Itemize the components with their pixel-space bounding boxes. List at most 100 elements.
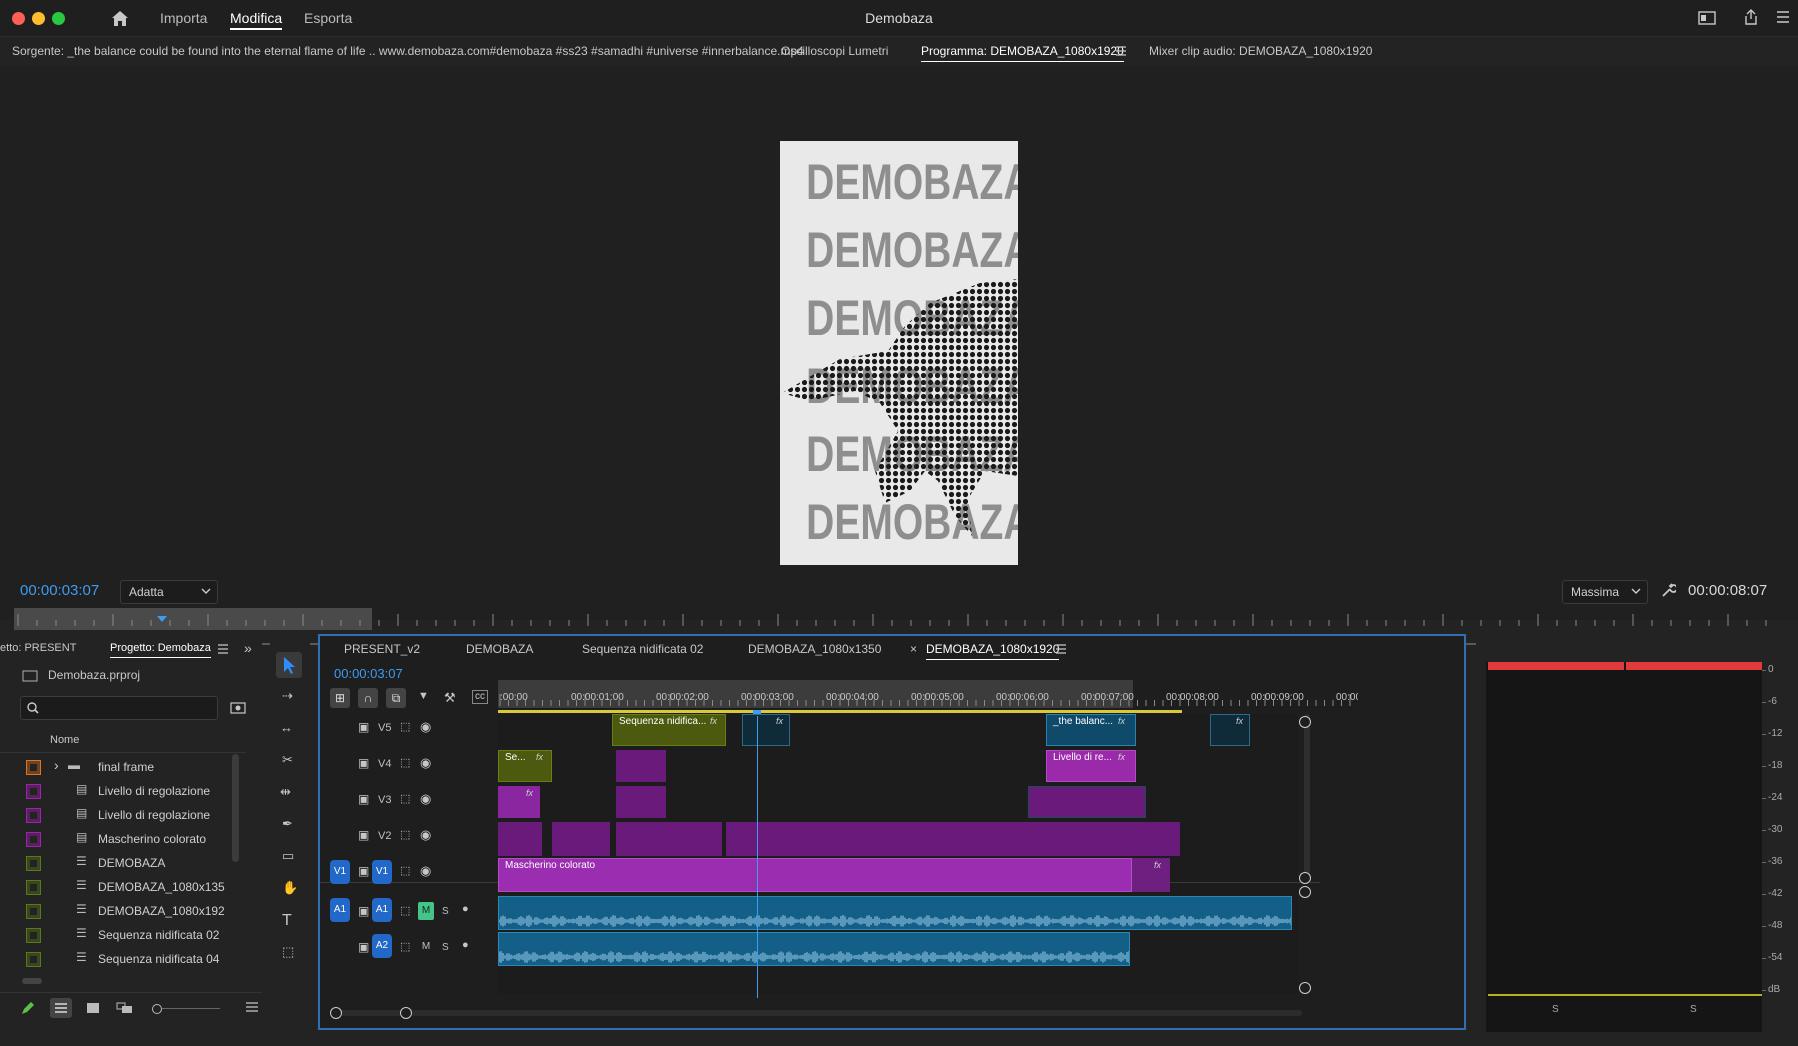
column-name-header[interactable]: Nome [50, 734, 79, 746]
fx-badge[interactable]: fx [1118, 752, 1125, 762]
meter-solo-left[interactable]: S [1552, 1004, 1559, 1015]
panel-layout-icon[interactable] [1698, 10, 1716, 26]
audio-scroll-handle-top[interactable] [1299, 886, 1311, 898]
tab-program[interactable]: Programma: DEMOBAZA_1080x1920 [921, 44, 1124, 62]
project-item[interactable]: ▤ Mascherino colorato [20, 828, 232, 850]
fx-badge[interactable]: fx [1118, 716, 1125, 726]
eye-icon[interactable]: ◉ [420, 863, 431, 879]
audio-track-header[interactable]: ▣ A2 ⬚ M S ● [320, 934, 520, 964]
tab-sequence-1080x1350[interactable]: DEMOBAZA_1080x1350 [748, 642, 881, 656]
program-current-time[interactable]: 00:00:03:07 [20, 582, 99, 599]
fit-select[interactable]: Adatta [120, 580, 218, 604]
color-matte-clip[interactable] [1132, 858, 1170, 892]
lock-track-icon[interactable]: ▣ [358, 720, 369, 734]
label-color-swatch[interactable] [26, 832, 41, 847]
panel-menu-icon[interactable] [246, 1002, 258, 1012]
zoom-slider-handle[interactable] [152, 1004, 162, 1014]
eye-icon[interactable]: ◉ [420, 791, 431, 807]
fx-badge[interactable]: fx [526, 788, 533, 798]
program-time-ruler[interactable] [14, 608, 1784, 630]
track-select-tool-icon[interactable]: ⇢ [282, 688, 293, 704]
video-tracks-scrollbar[interactable] [1304, 714, 1310, 884]
track-label-v5[interactable]: V5 [378, 722, 391, 734]
adjustment-clip[interactable] [498, 786, 540, 818]
ripple-edit-tool-icon[interactable]: ↔ [280, 720, 293, 735]
lock-track-icon[interactable]: ▣ [358, 828, 369, 842]
label-color-swatch[interactable] [26, 808, 41, 823]
source-patch-v1[interactable]: V1 [330, 860, 350, 884]
hamburger-menu-icon[interactable] [1776, 10, 1790, 24]
zoom-handle-right[interactable] [400, 1007, 412, 1019]
rectangle-tool-icon[interactable]: ▭ [282, 848, 294, 864]
adjustment-clip[interactable] [616, 786, 666, 818]
sync-lock-icon[interactable]: ⬚ [400, 828, 410, 841]
caption-tool-icon[interactable]: ⬚ [282, 944, 294, 960]
panel-menu-icon[interactable] [1116, 46, 1126, 56]
microphone-icon[interactable]: ● [462, 903, 469, 915]
tab-sequence-demobaza[interactable]: DEMOBAZA [466, 642, 533, 656]
mute-track-button[interactable]: M [418, 938, 434, 956]
tab-sequence-1080x1920[interactable]: DEMOBAZA_1080x1920 [926, 642, 1060, 660]
sync-lock-icon[interactable]: ⬚ [400, 756, 410, 769]
solo-track-button[interactable]: S [442, 942, 449, 953]
track-label-v1[interactable]: V1 [372, 860, 392, 884]
project-item[interactable]: ☰ DEMOBAZA [20, 852, 232, 874]
freeform-view-icon[interactable] [116, 1002, 134, 1014]
type-tool-icon[interactable]: T [282, 912, 292, 930]
horizontal-scrollbar[interactable] [22, 978, 42, 984]
panel-menu-icon[interactable] [218, 644, 228, 654]
audio-scroll-handle-bottom[interactable] [1299, 982, 1311, 994]
tab-lumetri-scopes[interactable]: Oscilloscopi Lumetri [781, 44, 888, 58]
lock-track-icon[interactable]: ▣ [358, 940, 369, 954]
track-label-v4[interactable]: V4 [378, 758, 391, 770]
razor-tool-icon[interactable]: ✂ [282, 752, 293, 768]
tab-project-demobaza[interactable]: Progetto: Demobaza [110, 642, 211, 658]
video-clip[interactable] [1210, 714, 1250, 746]
captions-icon[interactable]: cc [472, 690, 488, 704]
fx-badge[interactable]: fx [536, 752, 543, 762]
timeline-ruler[interactable]: :00:00 00:00:01:00 00:00:02:00 00:00:03:00 0… [498, 680, 1358, 716]
playhead-line[interactable] [757, 716, 758, 998]
scroll-handle-bottom[interactable] [1299, 872, 1311, 884]
project-item[interactable]: › ▬ final frame [20, 756, 232, 778]
eye-icon[interactable]: ◉ [420, 719, 431, 735]
project-item[interactable]: ▤ Livello di regolazione [20, 780, 232, 802]
microphone-icon[interactable]: ● [462, 939, 469, 951]
slip-tool-icon[interactable]: ⇹ [280, 784, 291, 800]
nested-sequence-clip[interactable]: Se... [498, 750, 552, 782]
tab-sequence-present-v2[interactable]: PRESENT_v2 [344, 642, 420, 656]
tab-source[interactable]: Sorgente: _the balance could be found in… [12, 44, 804, 58]
track-label-a1[interactable]: A1 [372, 898, 392, 922]
expand-panels-icon[interactable]: » [244, 640, 252, 656]
video-track-header[interactable]: V1 ▣ V1 ⬚ ◉ [320, 860, 520, 886]
add-marker-icon[interactable]: ▼ [418, 690, 429, 702]
nest-toggle-icon[interactable]: ⊞ [330, 688, 350, 708]
nested-sequence-clip[interactable]: Sequenza nidifica... [612, 714, 726, 746]
project-item[interactable]: ☰ Sequenza nidificata 02 [20, 924, 232, 946]
expand-arrow-icon[interactable]: › [54, 757, 59, 773]
list-view-icon[interactable] [50, 998, 72, 1018]
tab-project-present[interactable]: etto: PRESENT [0, 642, 76, 654]
project-item[interactable]: ▤ Livello di regolazione [20, 804, 232, 826]
project-scrollbar[interactable] [232, 754, 239, 862]
fx-badge[interactable]: fx [710, 716, 717, 726]
sync-lock-icon[interactable]: ⬚ [400, 904, 410, 917]
adjustment-clip[interactable] [726, 822, 1180, 856]
adjustment-clip[interactable] [616, 750, 666, 782]
fx-badge[interactable]: fx [1154, 860, 1161, 870]
video-track-header[interactable]: ▣ V4 ⬚ ◉ [320, 754, 520, 778]
project-item[interactable]: ☰ Sequenza nidificata 04 [20, 948, 232, 970]
label-color-swatch[interactable] [26, 904, 41, 919]
pen-tool-icon[interactable]: ✒ [282, 816, 293, 832]
mute-track-button[interactable]: M [418, 902, 434, 920]
sync-lock-icon[interactable]: ⬚ [400, 720, 410, 733]
project-item[interactable]: ☰ DEMOBAZA_1080x135 [20, 876, 232, 898]
adjustment-clip[interactable] [552, 822, 610, 856]
solo-track-button[interactable]: S [442, 906, 449, 917]
eye-icon[interactable]: ◉ [420, 827, 431, 843]
tab-sequence-nidificata-02[interactable]: Sequenza nidificata 02 [582, 642, 703, 656]
color-matte-clip[interactable]: Mascherino colorato [498, 858, 1132, 892]
video-track-header[interactable]: ▣ V3 ⬚ ◉ [320, 790, 520, 814]
label-color-swatch[interactable] [26, 856, 41, 871]
zoom-slider[interactable] [162, 1008, 220, 1009]
